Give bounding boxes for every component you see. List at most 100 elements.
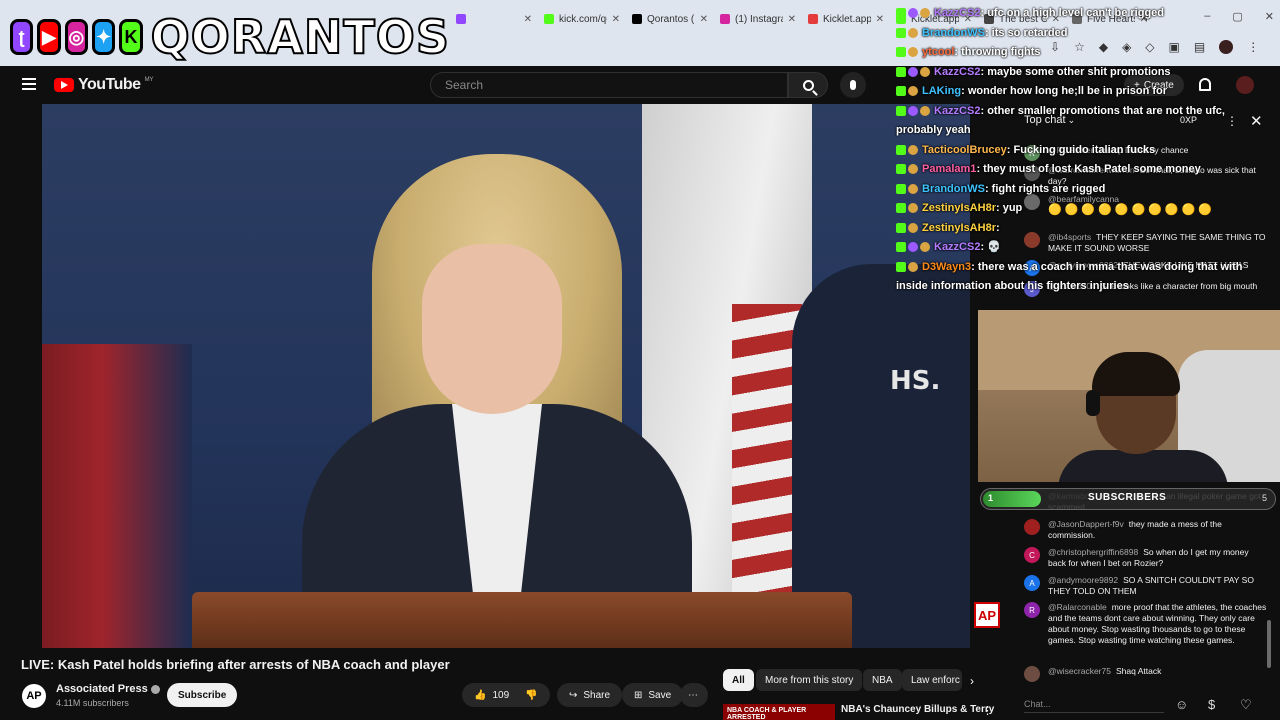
kick-chat-username[interactable]: TacticoolBrucey xyxy=(922,144,1007,156)
kick-chat-message: BrandonWS: fight rights are rigged xyxy=(896,180,1276,200)
video-player[interactable]: HS. xyxy=(42,104,970,648)
kick-chat-message: ytcool: throwing fights xyxy=(896,43,1276,63)
chat-avatar[interactable]: C xyxy=(1024,547,1040,563)
filter-chip[interactable]: NBA xyxy=(863,669,902,691)
like-count[interactable]: 109 xyxy=(492,690,509,701)
chat-avatar[interactable]: R xyxy=(1024,602,1040,618)
youtube-logo[interactable]: YouTube MY xyxy=(54,76,154,94)
webcam-body xyxy=(1058,450,1228,482)
subscribe-button[interactable]: Subscribe xyxy=(167,683,238,707)
man-in-jacket xyxy=(792,264,970,648)
kick-chat-message: KazzCS2: ufc on a high level can't be ri… xyxy=(896,4,1276,24)
emoji-icon[interactable]: ☺ xyxy=(1175,697,1188,712)
kick-chat-username[interactable]: Pamalam1 xyxy=(922,163,976,175)
emote-badge-icon xyxy=(908,261,918,272)
save-button[interactable]: ⊞ Save xyxy=(622,683,684,707)
tab-label[interactable]: Kicklet.app xyxy=(823,14,871,25)
kick-badge-icon xyxy=(896,183,906,194)
browser-tab[interactable]: Kicklet.app ✕ xyxy=(802,8,890,30)
recommended-thumbnail[interactable]: NBA COACH & PLAYER ARRESTED xyxy=(723,704,835,720)
chat-author[interactable]: @andymoore9892 xyxy=(1048,575,1118,585)
more-icon: ⋯ xyxy=(688,689,698,701)
chat-author[interactable]: @JasonDappert-f9v xyxy=(1048,519,1124,529)
flag-left xyxy=(42,344,192,648)
kick-badge-icon xyxy=(896,86,906,97)
kick-chat-username[interactable]: KazzCS2 xyxy=(934,7,980,19)
kick-chat-text: : 💀 xyxy=(980,241,1001,253)
chat-author[interactable]: @wisecracker75 xyxy=(1048,666,1111,676)
subscriber-goal-target: 5 xyxy=(1262,493,1268,503)
hamburger-menu-icon[interactable] xyxy=(22,78,36,90)
kick-chat-username[interactable]: ytcool xyxy=(922,46,954,58)
like-icon[interactable]: 👍 xyxy=(474,690,486,701)
kick-chat-username[interactable]: KazzCS2 xyxy=(934,105,980,117)
kick-chat-username[interactable]: BrandonWS xyxy=(922,27,985,39)
kick-badge-icon xyxy=(896,164,906,175)
emote-badge-icon xyxy=(908,222,918,233)
voice-search-button[interactable] xyxy=(840,72,866,98)
tab-close-icon[interactable]: ✕ xyxy=(612,14,620,25)
chat-author[interactable]: @christophergriffin6898 xyxy=(1048,547,1138,557)
channel-name[interactable]: Associated Press xyxy=(56,683,160,695)
chevron-right-icon[interactable]: › xyxy=(970,674,974,688)
kick-chat-username[interactable]: ZestinyIsAH8r xyxy=(922,202,996,214)
emote-badge-icon xyxy=(908,86,918,97)
tab-label[interactable]: (1) Instagra xyxy=(735,14,783,25)
search-input[interactable]: Search xyxy=(430,72,788,98)
tab-close-icon[interactable]: ✕ xyxy=(876,14,884,25)
stream-brand-overlay: ʈ ▶ ◎ ✦ K QORANTOS xyxy=(10,8,450,66)
dislike-icon[interactable]: 👎 xyxy=(525,690,537,701)
video-title: LIVE: Kash Patel holds briefing after ar… xyxy=(21,657,450,672)
browser-tab[interactable]: kick.com/qo ✕ xyxy=(538,8,626,30)
share-label: Share xyxy=(583,689,611,701)
speaker xyxy=(302,154,692,648)
tab-close-icon[interactable]: ✕ xyxy=(788,14,796,25)
recommended-title[interactable]: NBA's Chauncey Billups & Terry xyxy=(841,704,994,715)
subscriber-badge-icon xyxy=(908,242,918,253)
browser-tab[interactable]: Qorantos (@ ✕ xyxy=(626,8,714,30)
kick-chat-username[interactable]: ZestinyIsAH8r xyxy=(922,222,996,234)
subscriber-goal-current: 1 xyxy=(988,493,994,503)
kick-chat-username[interactable]: BrandonWS xyxy=(922,183,985,195)
chat-avatar[interactable] xyxy=(1024,519,1040,535)
filter-chip[interactable]: All xyxy=(723,669,754,691)
kick-chat-username[interactable]: KazzCS2 xyxy=(934,241,980,253)
heart-icon[interactable]: ♡ xyxy=(1240,697,1252,713)
browser-tab[interactable]: (1) Instagra ✕ xyxy=(714,8,802,30)
kick-chat-username[interactable]: KazzCS2 xyxy=(934,66,980,78)
filter-chip[interactable]: Law enforc xyxy=(902,669,962,691)
kick-chat-message: ZestinyIsAH8r: yup xyxy=(896,199,1276,219)
kick-chat-text: : Fucking guido italian fucks xyxy=(1006,143,1156,156)
more-actions-button[interactable]: ⋯ xyxy=(680,683,708,707)
channel-avatar[interactable]: AP xyxy=(22,684,46,708)
super-chat-icon[interactable]: $ xyxy=(1208,697,1215,712)
tab-label[interactable]: Qorantos (@ xyxy=(647,14,695,25)
kick-chat-message: D3Wayn3: there was a coach in mma that w… xyxy=(896,258,1274,297)
twitch-icon: ʈ xyxy=(10,19,34,55)
tab-label[interactable]: kick.com/qo xyxy=(559,14,607,25)
streamer-name: QORANTOS xyxy=(150,9,450,65)
more-vert-icon[interactable]: ⋮ xyxy=(982,704,993,717)
search-button[interactable] xyxy=(788,72,828,98)
kick-chat-username[interactable]: LAKing xyxy=(922,85,961,97)
chat-scrollbar[interactable] xyxy=(1267,620,1271,668)
chat-avatar[interactable] xyxy=(1024,666,1040,682)
channel-name-text[interactable]: Associated Press xyxy=(56,683,148,695)
browser-tab[interactable]: ✕ xyxy=(450,8,538,30)
tab-close-icon[interactable]: ✕ xyxy=(700,14,708,25)
tab-close-icon[interactable]: ✕ xyxy=(524,14,532,25)
kick-badge-icon xyxy=(896,261,906,272)
share-button[interactable]: ↪ Share xyxy=(557,683,623,707)
emote-badge-icon xyxy=(920,105,930,116)
kick-chat-username[interactable]: D3Wayn3 xyxy=(922,261,971,273)
emote-badge-icon xyxy=(920,8,930,19)
tab-favicon-icon xyxy=(632,14,642,24)
chat-author[interactable]: @Ralarconable xyxy=(1048,602,1107,612)
kick-chat-text: : xyxy=(995,221,1000,234)
emote-badge-icon xyxy=(908,203,918,214)
kick-icon: K xyxy=(119,19,143,55)
filter-chip[interactable]: More from this story xyxy=(756,669,863,691)
chat-avatar[interactable]: A xyxy=(1024,575,1040,591)
chat-input[interactable]: Chat... xyxy=(1024,695,1164,713)
kick-chat-message: KazzCS2: maybe some other shit promotion… xyxy=(896,63,1276,83)
